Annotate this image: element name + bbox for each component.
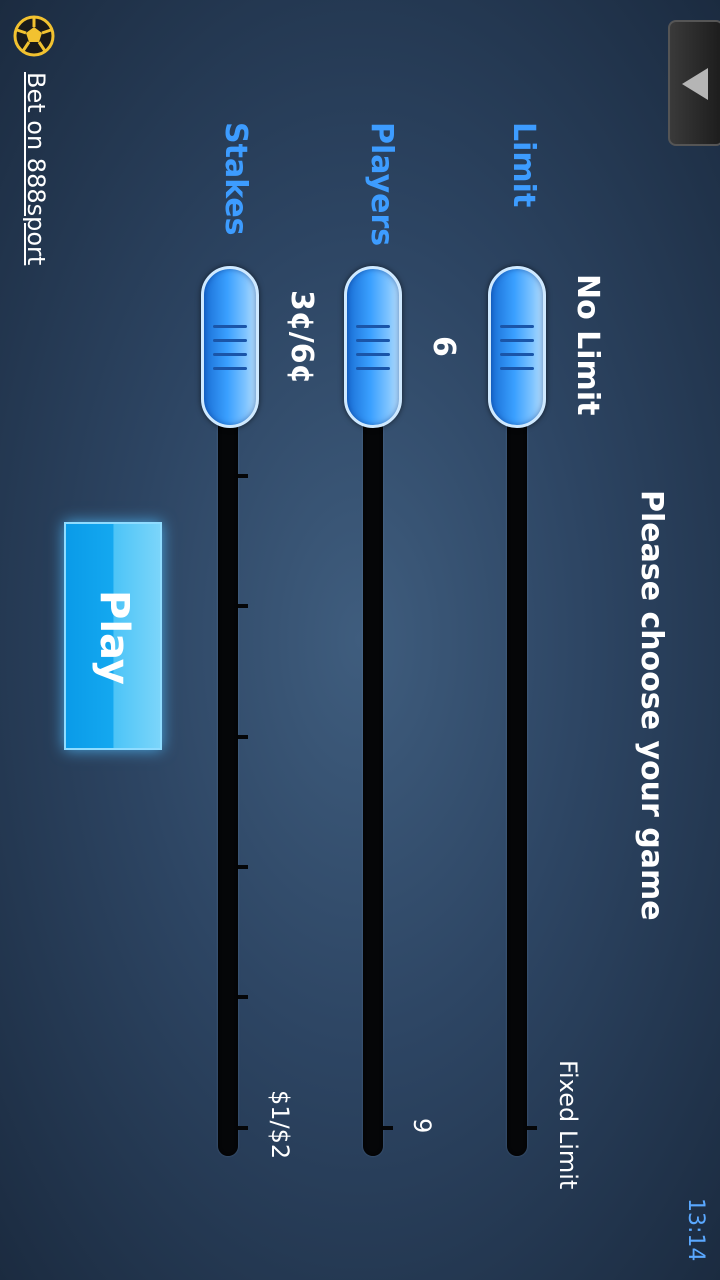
players-tick: [383, 1126, 393, 1130]
players-slider-track[interactable]: [363, 300, 383, 1156]
limit-max-label: Fixed Limit: [554, 1060, 582, 1190]
stakes-tick: [238, 604, 248, 608]
stakes-value: 3¢/6¢: [284, 290, 319, 385]
stakes-label: Stakes: [218, 122, 253, 236]
players-label: Players: [364, 122, 399, 247]
limit-label: Limit: [506, 122, 541, 208]
stakes-tick: [238, 474, 248, 478]
play-button[interactable]: Play: [64, 522, 162, 750]
stakes-tick: [238, 1126, 248, 1130]
limit-value: No Limit: [570, 274, 605, 416]
page-title: Please choose your game: [634, 490, 669, 921]
limit-slider-thumb[interactable]: [488, 266, 546, 428]
players-value: 6: [426, 336, 461, 357]
limit-tick: [527, 1126, 537, 1130]
players-max-label: 9: [408, 1118, 436, 1134]
soccer-ball-icon: [13, 15, 55, 57]
limit-slider-track[interactable]: [507, 300, 527, 1156]
clock: 13:14: [683, 1198, 708, 1262]
triangle-up-icon: [682, 68, 708, 100]
players-slider-thumb[interactable]: [344, 266, 402, 428]
play-button-label: Play: [91, 590, 137, 685]
stakes-max-label: $1/$2: [266, 1090, 294, 1160]
stakes-slider-thumb[interactable]: [201, 266, 259, 428]
stakes-tick: [238, 865, 248, 869]
stakes-tick: [238, 735, 248, 739]
stakes-tick: [238, 995, 248, 999]
menu-button[interactable]: [668, 20, 720, 146]
stakes-slider-track[interactable]: [218, 300, 238, 1156]
bet-on-888sport-link[interactable]: Bet on 888sport: [22, 72, 50, 265]
